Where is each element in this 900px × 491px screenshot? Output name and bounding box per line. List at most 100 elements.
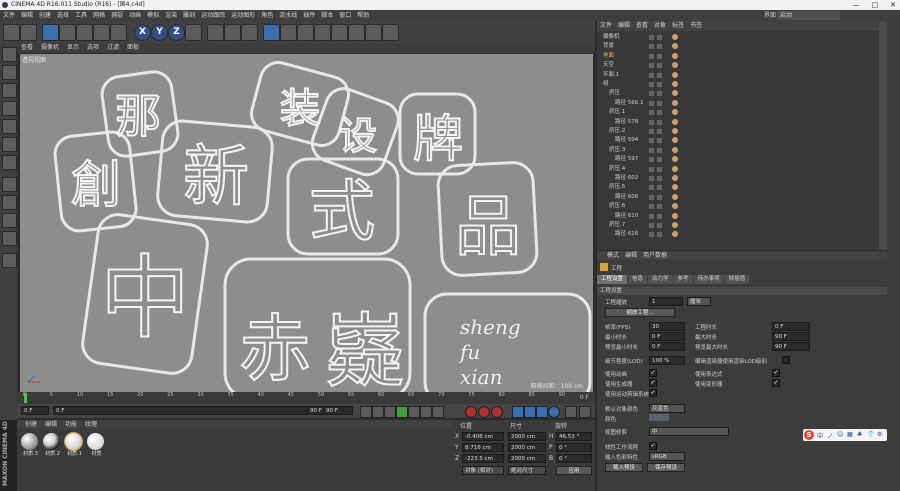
position-y-field[interactable]: 8.716 cm — [462, 443, 504, 452]
object-menu-item[interactable]: 编辑 — [618, 22, 630, 29]
object-row[interactable]: 挤压.1 — [597, 108, 887, 117]
object-row[interactable]: 挤压.4 — [597, 165, 887, 174]
visibility-toggle[interactable] — [649, 232, 654, 238]
floor-icon[interactable] — [348, 24, 365, 41]
ime-glyph-icon[interactable]: ⚙ — [877, 431, 884, 439]
object-row[interactable]: 天空 — [597, 61, 887, 70]
visibility-toggle[interactable] — [649, 44, 654, 50]
coord-system-icon[interactable] — [185, 24, 202, 41]
y-axis-icon[interactable]: Y — [151, 24, 168, 41]
scale-tool-icon[interactable] — [76, 24, 93, 41]
save-preset-button[interactable]: 保存预设 — [647, 463, 685, 472]
material-tag-icon[interactable] — [672, 203, 678, 210]
object-row[interactable]: 挤压 — [597, 89, 887, 98]
menu-item[interactable]: 渲染 — [165, 10, 177, 21]
menu-item[interactable]: 动画 — [129, 10, 141, 21]
visibility-toggle[interactable] — [649, 63, 654, 69]
coord-mode-dropdown[interactable]: 对象 (相对) — [462, 466, 504, 475]
cube-icon[interactable] — [263, 24, 280, 41]
next-key-icon[interactable] — [420, 406, 432, 418]
max-time-field[interactable]: 90 F — [772, 332, 810, 341]
visibility-toggle[interactable] — [649, 204, 654, 210]
position-x-field[interactable]: -0.406 cm — [462, 432, 504, 441]
scale-project-button[interactable]: 缩放工程... — [605, 308, 675, 317]
min-time-field[interactable]: 0 F — [649, 332, 685, 341]
visibility-toggle[interactable] — [649, 129, 654, 134]
material-tag-icon[interactable] — [672, 43, 678, 50]
key-position-icon[interactable] — [512, 406, 524, 418]
render-toggle[interactable] — [657, 35, 662, 40]
visibility-toggle[interactable] — [649, 82, 654, 87]
material-tag-icon[interactable] — [672, 109, 678, 116]
render-toggle[interactable] — [657, 138, 662, 144]
use-motion-system-checkbox[interactable]: ✓ — [649, 389, 657, 397]
size-x-field[interactable]: 2000 cm — [508, 432, 546, 441]
attribute-tab[interactable]: 待办事项 — [693, 275, 724, 284]
material-tag-icon[interactable] — [672, 193, 678, 200]
viewport-menu-item[interactable]: 选项 — [87, 44, 99, 51]
material-tag-icon[interactable] — [672, 71, 678, 78]
menu-item[interactable]: 运动图形 — [231, 10, 255, 21]
render-toggle[interactable] — [657, 44, 662, 50]
material-swatch[interactable]: 材质.2 — [43, 433, 62, 461]
tweak-mode-icon[interactable] — [2, 195, 17, 210]
size-z-field[interactable]: 2000 cm — [508, 454, 546, 463]
preview-end-field[interactable]: 90 F — [323, 406, 353, 415]
object-row[interactable]: 路径 566.1 — [597, 99, 887, 108]
visibility-toggle[interactable] — [649, 35, 654, 40]
input-color-dropdown[interactable]: sRGB — [649, 452, 685, 461]
rotation-h-field[interactable]: 46.53 ° — [556, 432, 592, 441]
render-toggle[interactable] — [657, 63, 662, 69]
render-toggle[interactable] — [657, 147, 662, 153]
side-tabs[interactable] — [887, 21, 900, 491]
render-lod-checkbox[interactable] — [782, 356, 790, 364]
record-key-icon[interactable] — [465, 406, 477, 418]
redo-icon[interactable] — [20, 24, 37, 41]
size-mode-dropdown[interactable]: 绝对尺寸 — [508, 466, 546, 475]
attribute-menu-item[interactable]: 编辑 — [625, 252, 637, 259]
menu-item[interactable]: 选择 — [57, 10, 69, 21]
object-row[interactable]: 挤压.2 — [597, 127, 887, 136]
material-tag-icon[interactable] — [672, 137, 678, 144]
render-toggle[interactable] — [657, 53, 662, 59]
x-axis-icon[interactable]: X — [134, 24, 151, 41]
layout-selector[interactable]: 启动 — [777, 11, 840, 20]
object-row[interactable]: 挤压.5 — [597, 183, 887, 192]
start-frame-field[interactable]: 0 F — [21, 406, 49, 415]
lock-workplane-icon[interactable] — [2, 253, 17, 268]
render-toggle[interactable] — [657, 204, 662, 210]
render-toggle[interactable] — [657, 72, 662, 78]
object-row[interactable]: 摄像机 — [597, 33, 887, 42]
material-tag-icon[interactable] — [672, 90, 678, 97]
ime-glyph-icon[interactable]: ノ — [827, 431, 834, 440]
visibility-toggle[interactable] — [649, 138, 654, 144]
visibility-toggle[interactable] — [649, 119, 654, 125]
project-scale-unit[interactable]: 厘米 — [687, 297, 711, 306]
project-scale-field[interactable]: 1 — [649, 297, 683, 306]
material-tag-icon[interactable] — [672, 52, 678, 59]
color-swatch[interactable] — [649, 414, 669, 421]
menu-item[interactable]: 角色 — [261, 10, 273, 21]
playhead[interactable] — [24, 393, 27, 403]
menu-item[interactable]: 创建 — [39, 10, 51, 21]
attribute-tab[interactable]: 工程设置 — [597, 275, 628, 284]
camera-icon[interactable] — [365, 24, 382, 41]
polygons-mode-icon[interactable] — [2, 155, 17, 170]
material-swatch[interactable]: 材质.3 — [21, 433, 40, 461]
project-time-field[interactable]: 0 F — [772, 322, 810, 331]
render-view-icon[interactable] — [207, 24, 224, 41]
prev-key-icon[interactable] — [372, 406, 384, 418]
render-toggle[interactable] — [657, 213, 662, 219]
key-scale-icon[interactable] — [524, 406, 536, 418]
timeline-menu-icon[interactable] — [579, 406, 591, 418]
attribute-tab[interactable]: 参考 — [673, 275, 693, 284]
render-toggle[interactable] — [657, 185, 662, 191]
render-toggle[interactable] — [657, 91, 662, 97]
render-settings-icon[interactable] — [241, 24, 258, 41]
model-mode-icon[interactable] — [2, 65, 17, 80]
next-frame-icon[interactable] — [408, 406, 420, 418]
texture-mode-icon[interactable] — [2, 83, 17, 98]
visibility-toggle[interactable] — [649, 213, 654, 219]
perspective-viewport[interactable]: 那 装 设 牌 創 新 式 品 中 赤 嶷 sheng fu xian 透视视图… — [20, 54, 593, 392]
lod-field[interactable]: 100 % — [649, 356, 685, 365]
